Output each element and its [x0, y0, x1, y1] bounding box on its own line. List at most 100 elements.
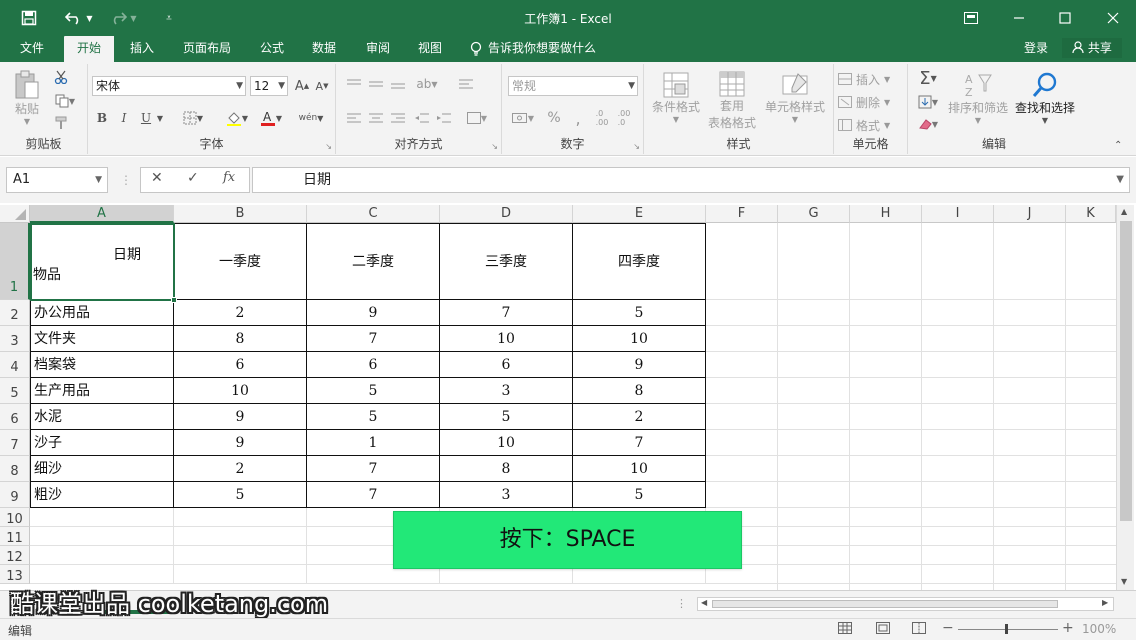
align-center-icon[interactable]	[366, 108, 386, 128]
decrease-indent-icon[interactable]	[412, 108, 432, 128]
dialog-launcher-icon[interactable]: ↘	[325, 142, 332, 151]
tell-me-box[interactable]: 告诉我你想要做什么	[470, 36, 596, 62]
cell-a1[interactable]: 日期 物品	[31, 224, 174, 300]
table-cell[interactable]: 10	[440, 430, 573, 456]
sort-filter-button[interactable]: AZ 排序和筛选 ▼	[946, 68, 1010, 128]
table-cell[interactable]: 6	[307, 352, 440, 378]
conditional-format-button[interactable]: 条件格式 ▼	[648, 68, 704, 128]
dialog-launcher-icon[interactable]: ↘	[491, 142, 498, 151]
clear-icon[interactable]: ▼	[912, 114, 944, 134]
share-button[interactable]: 共享	[1062, 38, 1122, 58]
bold-button[interactable]: B	[94, 108, 110, 128]
normal-view-icon[interactable]	[838, 622, 852, 637]
tab-file[interactable]: 文件	[10, 36, 54, 62]
collapse-ribbon-icon[interactable]: ⌃	[1114, 140, 1122, 151]
column-header-k[interactable]: K	[1066, 205, 1116, 223]
table-cell[interactable]: 8	[174, 326, 307, 352]
paste-button[interactable]: 粘贴 ▼	[10, 68, 44, 128]
wrap-text-icon[interactable]	[456, 74, 476, 94]
table-row-item[interactable]: 生产用品	[31, 378, 174, 404]
tab-view[interactable]: 视图	[408, 36, 452, 62]
underline-dropdown-icon[interactable]: ▼	[154, 108, 166, 128]
zoom-slider[interactable]	[958, 629, 1058, 630]
table-cell[interactable]: 10	[440, 326, 573, 352]
row-header-13[interactable]: 13	[0, 565, 30, 584]
tab-formulas[interactable]: 公式	[250, 36, 294, 62]
scroll-up-icon[interactable]: ▲	[1121, 207, 1127, 216]
table-row-item[interactable]: 水泥	[31, 404, 174, 430]
table-cell[interactable]: 10	[573, 326, 706, 352]
close-icon[interactable]	[1098, 6, 1128, 30]
column-header-f[interactable]: F	[706, 205, 778, 223]
increase-decimal-icon[interactable]: .0.00	[592, 108, 612, 128]
insert-function-icon[interactable]: fx	[223, 170, 235, 185]
fill-handle[interactable]	[171, 297, 177, 303]
confirm-entry-icon[interactable]: ✓	[187, 170, 199, 186]
increase-indent-icon[interactable]	[434, 108, 454, 128]
insert-cells-button[interactable]: 插入 ▼	[838, 70, 902, 88]
align-middle-icon[interactable]	[366, 74, 386, 94]
font-size-combo[interactable]: 12 ▼	[250, 76, 288, 96]
cut-icon[interactable]	[50, 68, 72, 86]
tab-home[interactable]: 开始	[64, 36, 114, 62]
decrease-decimal-icon[interactable]: .00.0	[614, 108, 634, 128]
italic-button[interactable]: I	[116, 108, 132, 128]
fill-icon[interactable]: ▼	[912, 92, 944, 112]
row-header-7[interactable]: 7	[0, 430, 30, 456]
table-row-item[interactable]: 细沙	[31, 456, 174, 482]
table-row-item[interactable]: 档案袋	[31, 352, 174, 378]
table-cell[interactable]: 9	[174, 404, 307, 430]
tab-insert[interactable]: 插入	[120, 36, 164, 62]
table-row-item[interactable]: 沙子	[31, 430, 174, 456]
zoom-level[interactable]: 100%	[1082, 622, 1116, 636]
tab-page-layout[interactable]: 页面布局	[176, 36, 238, 62]
cell-e1[interactable]: 四季度	[573, 224, 706, 300]
row-header-9[interactable]: 9	[0, 482, 30, 508]
number-format-combo[interactable]: 常规 ▼	[508, 76, 638, 96]
row-header-5[interactable]: 5	[0, 378, 30, 404]
font-name-combo[interactable]: 宋体 ▼	[92, 76, 246, 96]
table-cell[interactable]: 5	[307, 404, 440, 430]
autosum-icon[interactable]: Σ ▼	[912, 68, 944, 89]
table-cell[interactable]: 7	[573, 430, 706, 456]
formula-bar-splitter-icon[interactable]: ⋮	[120, 173, 132, 187]
comma-style-icon[interactable]: ,	[568, 108, 588, 128]
borders-icon[interactable]: ▼	[178, 108, 208, 128]
tab-data[interactable]: 数据	[302, 36, 346, 62]
table-cell[interactable]: 5	[440, 404, 573, 430]
merge-center-icon[interactable]: ▼	[462, 108, 492, 128]
table-cell[interactable]: 10	[174, 378, 307, 404]
tab-review[interactable]: 审阅	[356, 36, 400, 62]
tab-split-handle-icon[interactable]: ⋮	[676, 597, 687, 610]
horizontal-scrollbar[interactable]: ◀ ▶	[697, 597, 1114, 611]
scroll-left-icon[interactable]: ◀	[701, 598, 707, 607]
select-all-corner[interactable]	[0, 205, 30, 223]
minimize-icon[interactable]	[1004, 6, 1034, 30]
format-painter-icon[interactable]	[50, 114, 72, 132]
column-header-h[interactable]: H	[850, 205, 922, 223]
font-color-icon[interactable]: A ▼	[256, 108, 286, 128]
table-cell[interactable]: 6	[174, 352, 307, 378]
table-cell[interactable]: 2	[573, 404, 706, 430]
page-layout-view-icon[interactable]	[876, 622, 890, 637]
cell-styles-button[interactable]: 单元格样式 ▼	[762, 68, 828, 128]
table-row-item[interactable]: 办公用品	[31, 300, 174, 326]
table-cell[interactable]: 3	[440, 378, 573, 404]
table-cell[interactable]: 5	[573, 300, 706, 326]
cell-b1[interactable]: 一季度	[174, 224, 307, 300]
find-select-button[interactable]: 查找和选择 ▼	[1012, 68, 1078, 128]
table-cell[interactable]: 9	[307, 300, 440, 326]
expand-formula-bar-icon[interactable]: ▼	[1116, 168, 1124, 192]
table-cell[interactable]: 1	[307, 430, 440, 456]
percent-icon[interactable]: %	[544, 108, 564, 128]
row-header-3[interactable]: 3	[0, 326, 30, 352]
currency-icon[interactable]: ▼	[508, 108, 538, 128]
maximize-icon[interactable]	[1050, 6, 1080, 30]
format-as-table-button[interactable]: 套用 表格格式	[706, 68, 758, 134]
column-header-j[interactable]: J	[994, 205, 1066, 223]
align-top-icon[interactable]	[344, 74, 364, 94]
zoom-out-icon[interactable]: −	[942, 620, 954, 636]
column-header-i[interactable]: I	[922, 205, 994, 223]
scroll-thumb[interactable]	[712, 600, 1058, 608]
zoom-in-icon[interactable]: +	[1062, 620, 1074, 636]
